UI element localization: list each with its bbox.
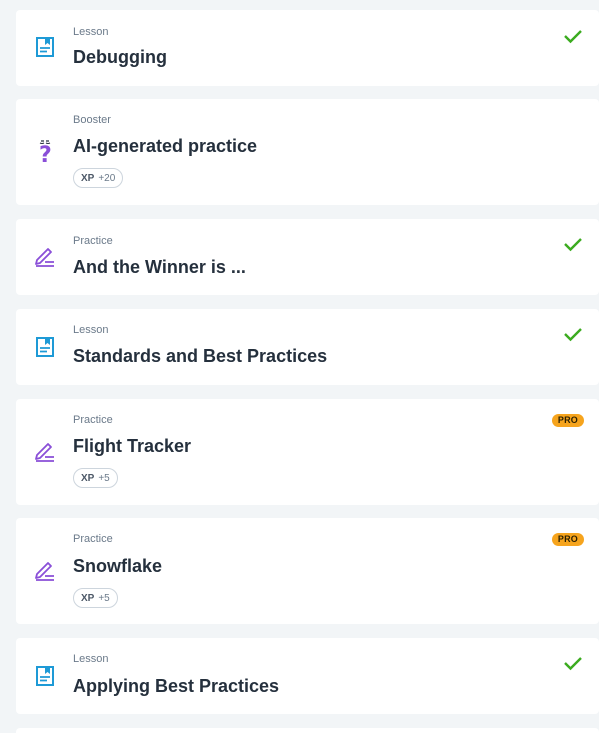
list-item-snowflake[interactable]: Practice Snowflake PRO XP +5 xyxy=(16,518,599,624)
lesson-icon xyxy=(32,34,58,60)
xp-badge: XP +5 xyxy=(73,468,118,488)
item-title: Applying Best Practices xyxy=(73,676,280,696)
item-title: Snowflake xyxy=(73,556,163,576)
xp-label: XP xyxy=(81,592,95,604)
item-type: Practice xyxy=(73,533,113,545)
xp-value: +5 xyxy=(98,472,110,484)
item-type: Lesson xyxy=(73,653,109,665)
list-item-standards-and-best-practices[interactable]: Lesson Standards and Best Practices xyxy=(16,309,599,385)
list-item-flight-tracker[interactable]: Practice Flight Tracker PRO XP +5 xyxy=(16,399,599,505)
pro-badge: PRO xyxy=(551,414,584,427)
svg-text:?: ? xyxy=(39,143,52,166)
item-title: Standards and Best Practices xyxy=(73,346,328,366)
booster-question-icon: ? xyxy=(32,139,58,166)
lesson-list: Lesson Debugging ? Booster AI-generated … xyxy=(0,0,599,733)
item-title: Debugging xyxy=(73,47,167,67)
list-item-next[interactable] xyxy=(16,728,599,733)
lesson-icon xyxy=(32,334,58,360)
item-type: Lesson xyxy=(73,26,109,38)
item-type: Lesson xyxy=(73,324,109,336)
item-type: Practice xyxy=(73,414,113,426)
checkmark-icon xyxy=(564,657,582,671)
list-item-applying-best-practices[interactable]: Lesson Applying Best Practices xyxy=(16,638,599,714)
xp-badge: XP +20 xyxy=(73,168,124,188)
xp-value: +20 xyxy=(98,172,116,184)
checkmark-icon xyxy=(564,328,582,342)
lesson-icon xyxy=(32,663,58,689)
item-type: Booster xyxy=(73,114,111,126)
checkmark-icon xyxy=(564,238,582,252)
xp-value: +5 xyxy=(98,592,110,604)
item-type: Practice xyxy=(73,235,113,247)
xp-badge: XP +5 xyxy=(73,588,118,608)
xp-label: XP xyxy=(81,172,95,184)
practice-pencil-icon xyxy=(32,439,58,465)
checkmark-icon xyxy=(564,30,582,44)
xp-label: XP xyxy=(81,472,95,484)
list-item-and-the-winner-is[interactable]: Practice And the Winner is ... xyxy=(16,219,599,295)
item-title: AI-generated practice xyxy=(73,136,258,156)
pro-badge: PRO xyxy=(551,533,584,546)
list-item-debugging[interactable]: Lesson Debugging xyxy=(16,10,599,86)
item-title: Flight Tracker xyxy=(73,436,192,456)
practice-pencil-icon xyxy=(32,244,58,270)
item-title: And the Winner is ... xyxy=(73,257,246,277)
practice-pencil-icon xyxy=(32,558,58,584)
list-item-ai-generated-practice[interactable]: ? Booster AI-generated practice XP +20 xyxy=(16,99,599,205)
